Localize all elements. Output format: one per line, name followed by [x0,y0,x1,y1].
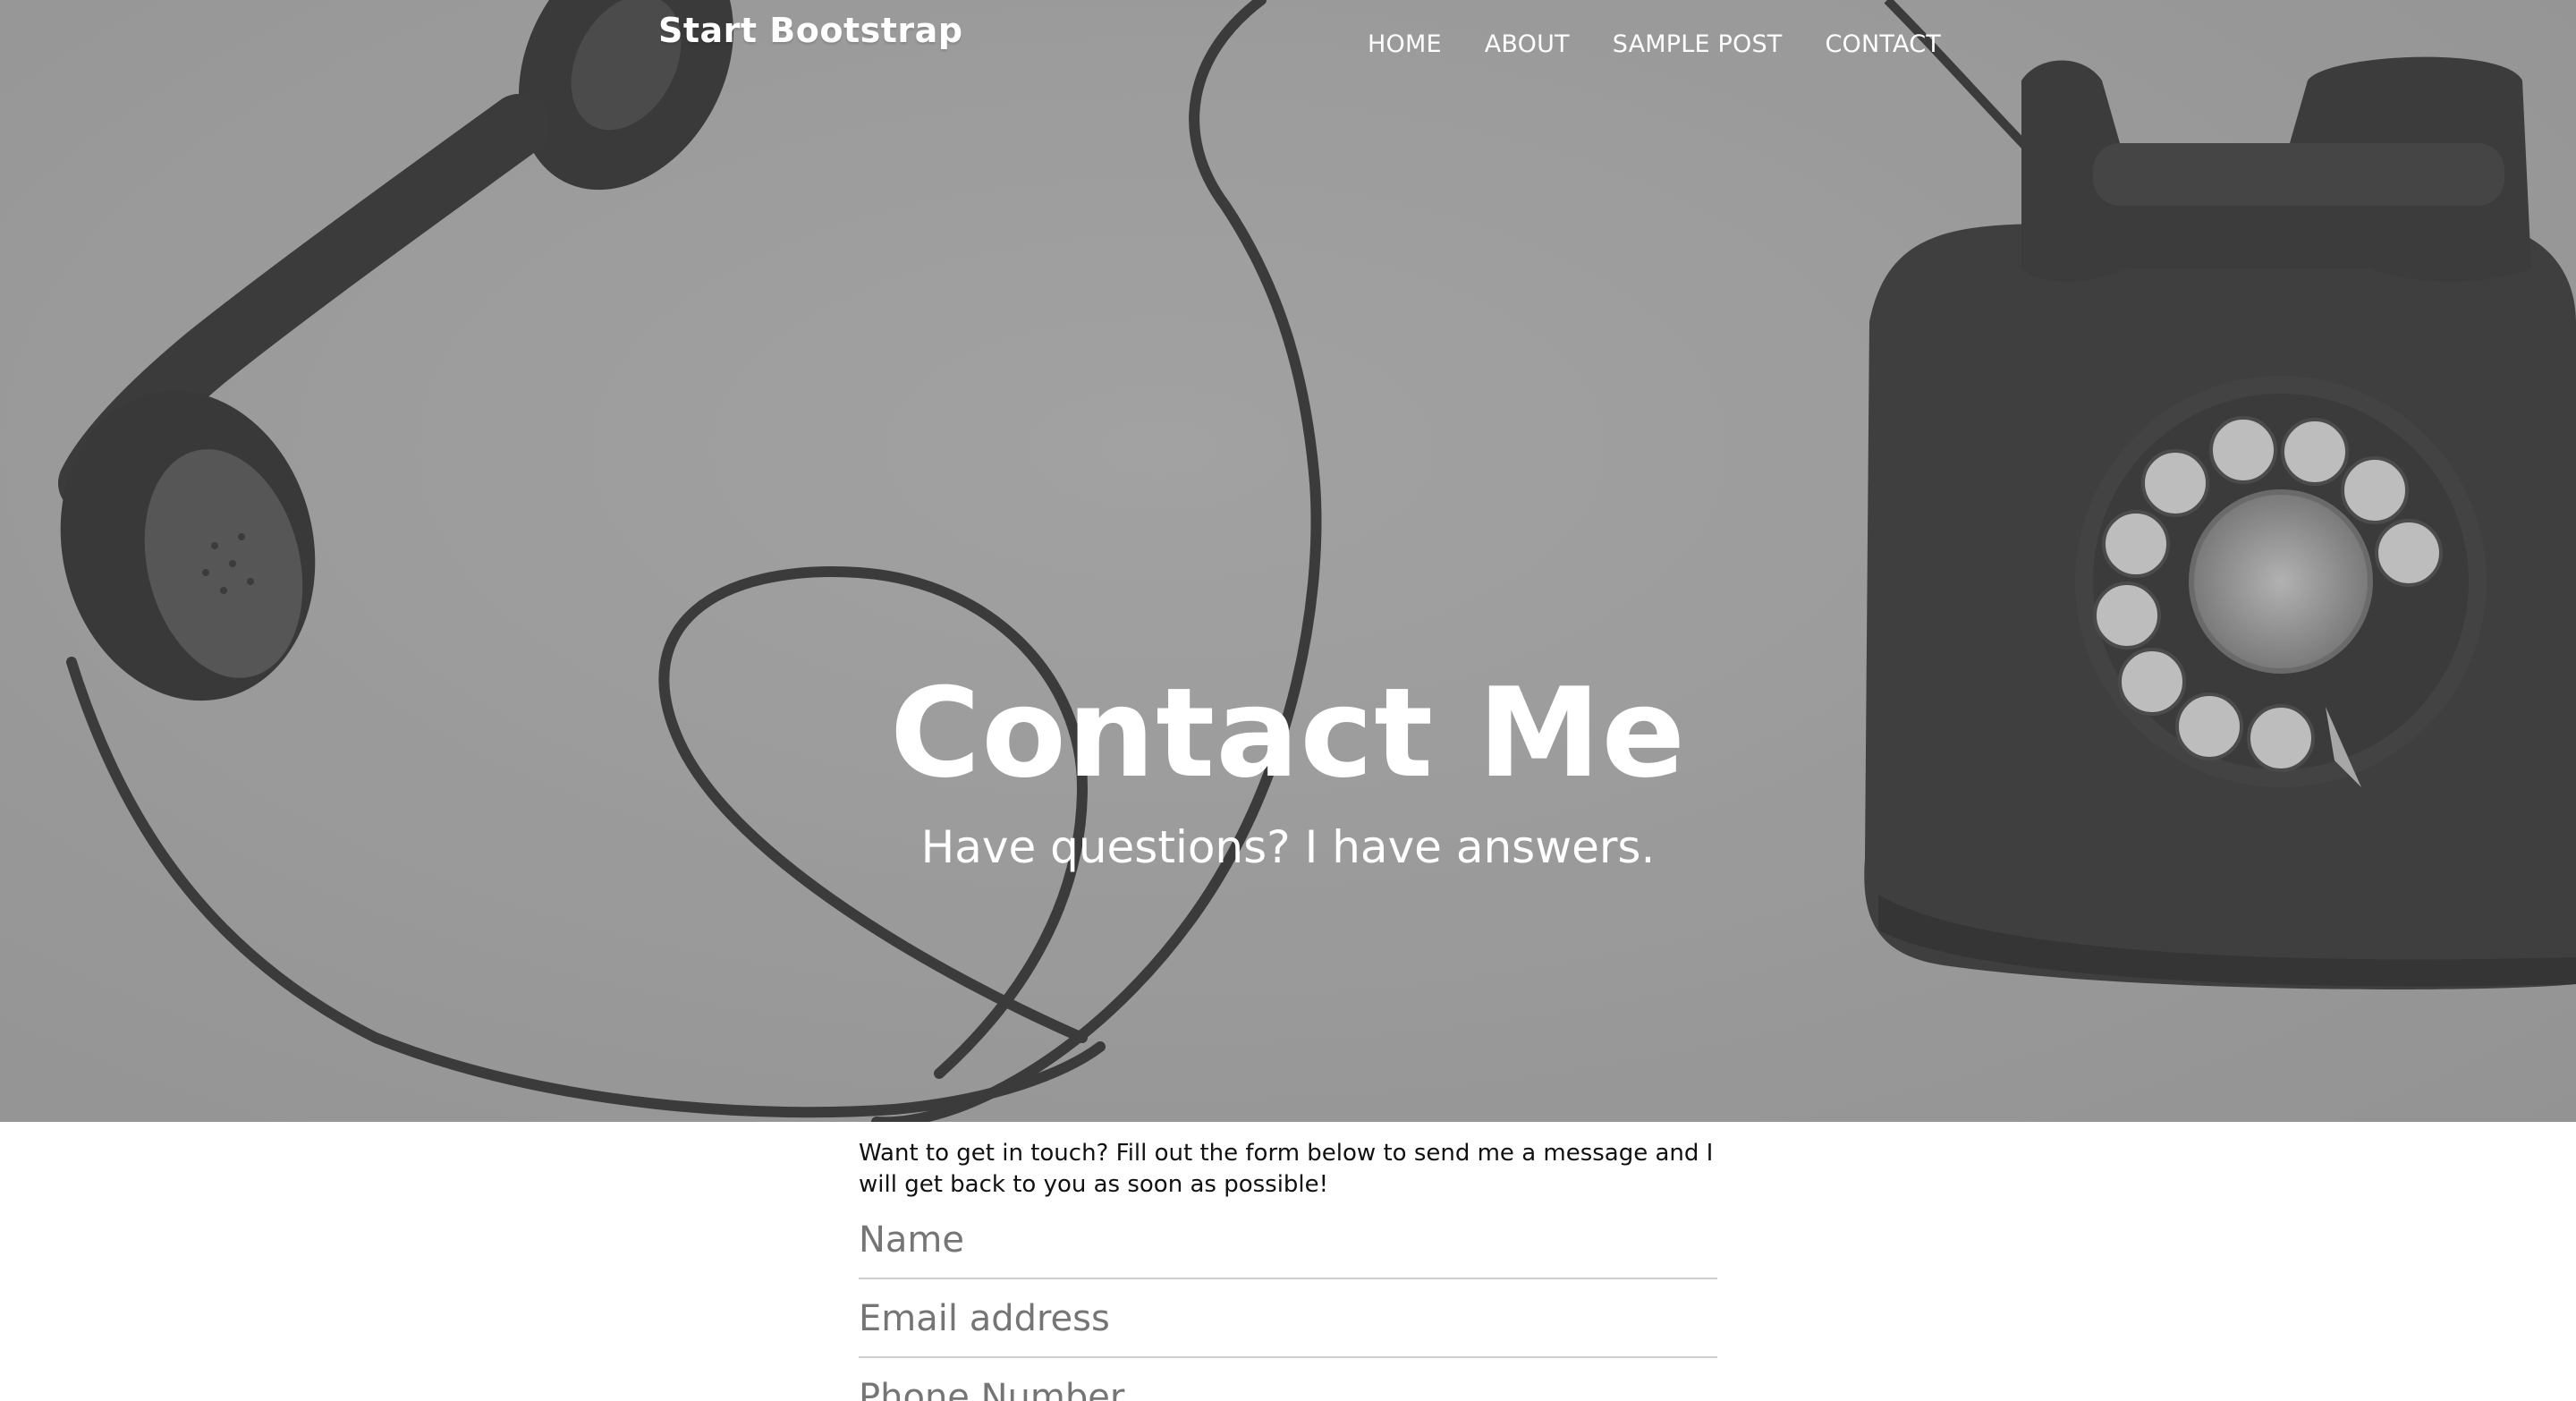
main-content: Want to get in touch? Fill out the form … [859,1138,1717,1401]
page-title: Contact Me [889,661,1687,805]
nav-link-sample-post[interactable]: SAMPLE POST [1613,30,1783,58]
masthead: Start Bootstrap HOME ABOUT SAMPLE POST C… [0,0,2576,1122]
page-subtitle: Have questions? I have answers. [920,821,1656,873]
nav-link-contact[interactable]: CONTACT [1826,30,1941,58]
main-nav: HOME ABOUT SAMPLE POST CONTACT [1368,30,1941,58]
navbar-brand[interactable]: Start Bootstrap [658,11,963,50]
page: Start Bootstrap HOME ABOUT SAMPLE POST C… [0,0,2576,1401]
nav-item-sample-post: SAMPLE POST [1613,30,1783,58]
nav-link-about[interactable]: ABOUT [1485,30,1570,58]
nav-item-about: ABOUT [1485,30,1570,58]
page-heading: Contact Me Have questions? I have answer… [0,662,2576,875]
name-field-group [859,1201,1717,1279]
email-field-group [859,1279,1717,1358]
email-field[interactable] [859,1290,1717,1347]
nav-link-home[interactable]: HOME [1368,30,1442,58]
phone-field-group [859,1358,1717,1401]
intro-paragraph: Want to get in touch? Fill out the form … [859,1140,1714,1198]
rotary-telephone-background-image [0,0,2576,1122]
name-field[interactable] [859,1211,1717,1269]
nav-item-home: HOME [1368,30,1442,58]
phone-field[interactable] [859,1369,1717,1401]
nav-item-contact: CONTACT [1826,30,1941,58]
contact-form [859,1201,1717,1401]
